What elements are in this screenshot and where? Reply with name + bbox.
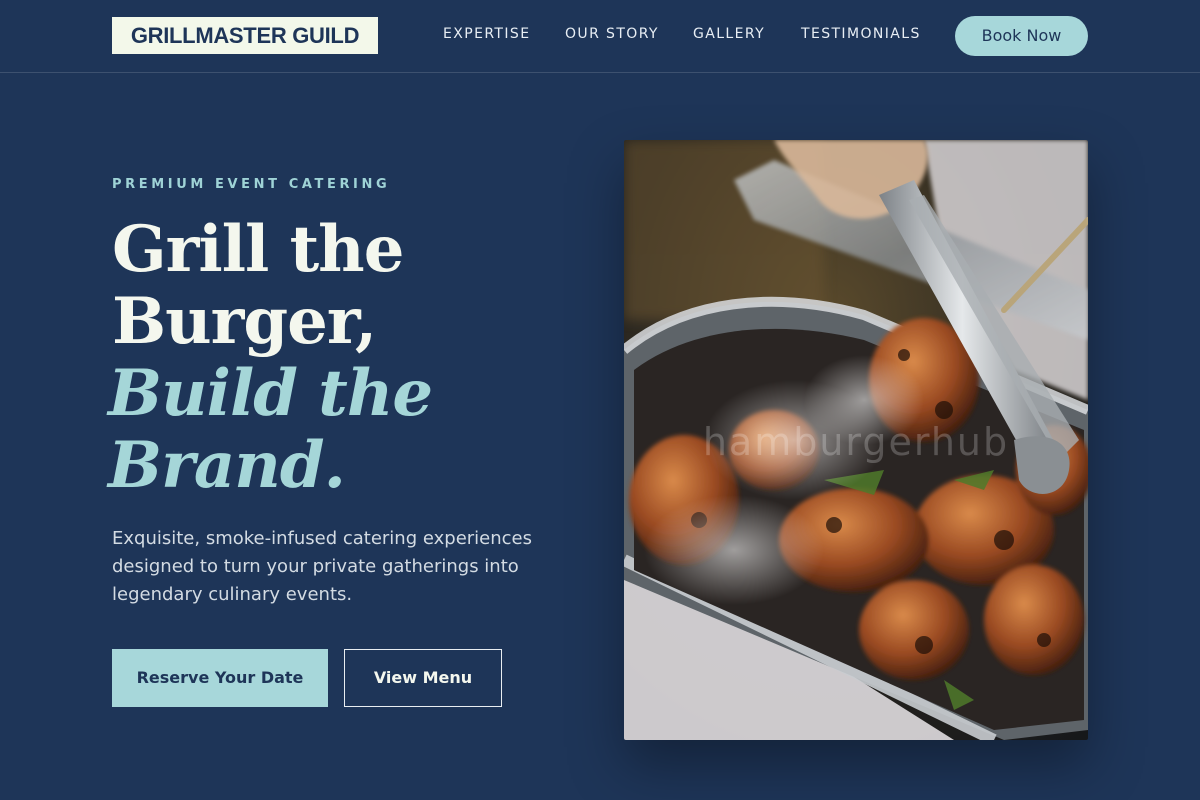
hero-description: Exquisite, smoke-infused catering experi… [112, 528, 533, 605]
grilled-meat-illustration [624, 140, 1088, 740]
headline-line: Grill the [112, 212, 404, 287]
brand-logo[interactable]: GRILLMASTER GUILD [112, 17, 378, 54]
nav-link-expertise[interactable]: EXPERTISE [443, 26, 530, 42]
hero-food-image: hamburgerhub [624, 140, 1088, 740]
hero-headline: Grill the Burger, Build the Brand. [108, 212, 572, 502]
headline-accent-line: Brand. [108, 428, 346, 503]
reserve-date-button[interactable]: Reserve Your Date [112, 649, 328, 707]
nav-link-our-story[interactable]: OUR STORY [565, 26, 659, 42]
hero-eyebrow: PREMIUM EVENT CATERING [112, 177, 391, 192]
book-now-button[interactable]: Book Now [955, 16, 1088, 56]
headline-line: Burger, [112, 284, 377, 359]
nav-link-gallery[interactable]: GALLERY [693, 26, 765, 42]
site-header: GRILLMASTER GUILD EXPERTISE OUR STORY GA… [0, 0, 1200, 73]
nav-link-testimonials[interactable]: TESTIMONIALS [801, 26, 921, 42]
headline-accent-line: Build the [108, 356, 433, 431]
view-menu-button[interactable]: View Menu [344, 649, 502, 707]
